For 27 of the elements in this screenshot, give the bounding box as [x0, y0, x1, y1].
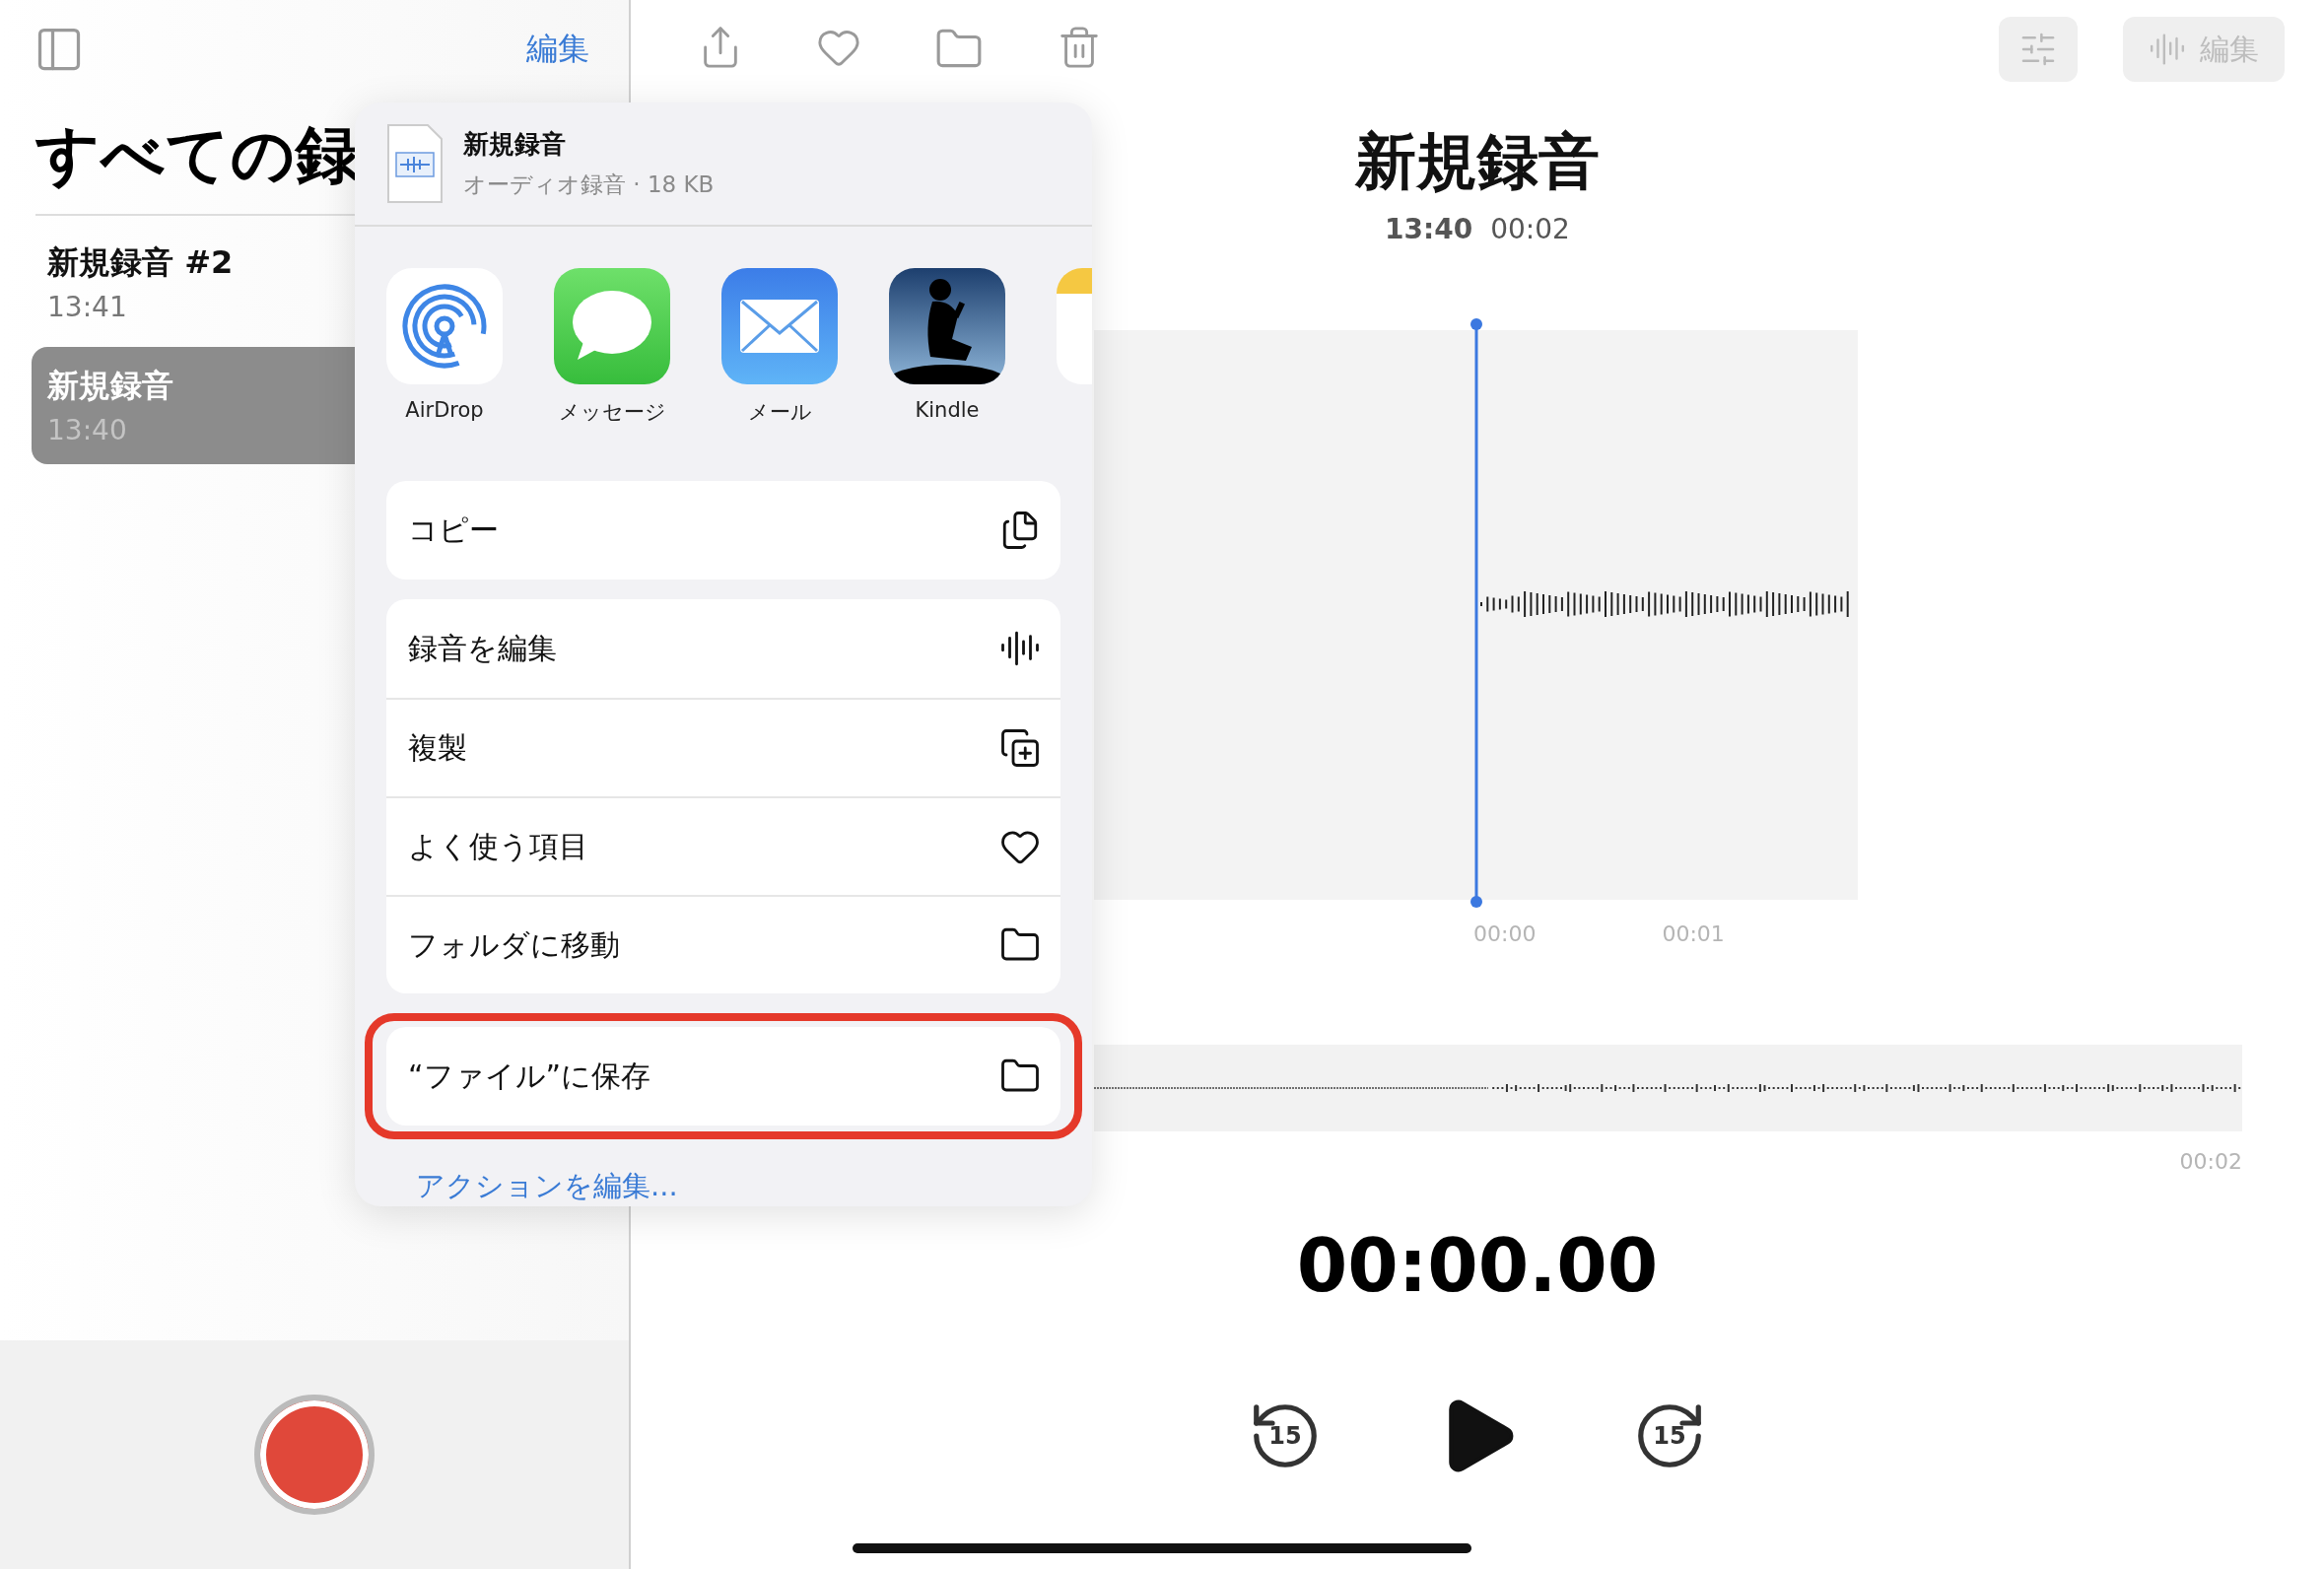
recording-time: 13:40 [1385, 213, 1473, 245]
settings-button[interactable] [1999, 17, 2078, 82]
skip-forward-button[interactable]: 15 [1631, 1398, 1708, 1474]
speech-bubble-icon [554, 268, 670, 385]
share-action[interactable]: よく使う項目 [386, 796, 1060, 895]
share-action[interactable]: コピー [386, 481, 1060, 580]
edit-button[interactable]: 編集 [526, 28, 589, 71]
duplicate-icon [999, 727, 1041, 769]
recording-title: 新規録音 [1355, 124, 1600, 199]
envelope-icon [721, 268, 838, 385]
end-time: 00:02 [2179, 1149, 2242, 1174]
share-action[interactable]: “ファイル”に保存 [386, 1027, 1060, 1126]
file-name: 新規録音 [463, 128, 567, 161]
airdrop-icon [386, 268, 503, 385]
timeline-tick-label: 00:01 [1662, 921, 1725, 946]
share-action[interactable]: 録音を編集 [386, 599, 1060, 698]
timeline-tick-label: 00:00 [1473, 921, 1537, 946]
share-app[interactable]: メール [721, 268, 838, 432]
reader-silhouette-icon [889, 268, 1005, 385]
share-app[interactable]: Kindle [889, 268, 1005, 432]
edit-actions-link[interactable]: アクションを編集... [416, 1167, 678, 1206]
share-action[interactable]: 複製 [386, 698, 1060, 796]
share-action[interactable]: フォルダに移動 [386, 895, 1060, 993]
skip-back-button[interactable]: 15 [1247, 1398, 1324, 1474]
recording-duration: 00:02 [1490, 213, 1570, 245]
elapsed-time: 00:00.00 [1296, 1223, 1659, 1308]
audio-file-icon [386, 123, 444, 204]
